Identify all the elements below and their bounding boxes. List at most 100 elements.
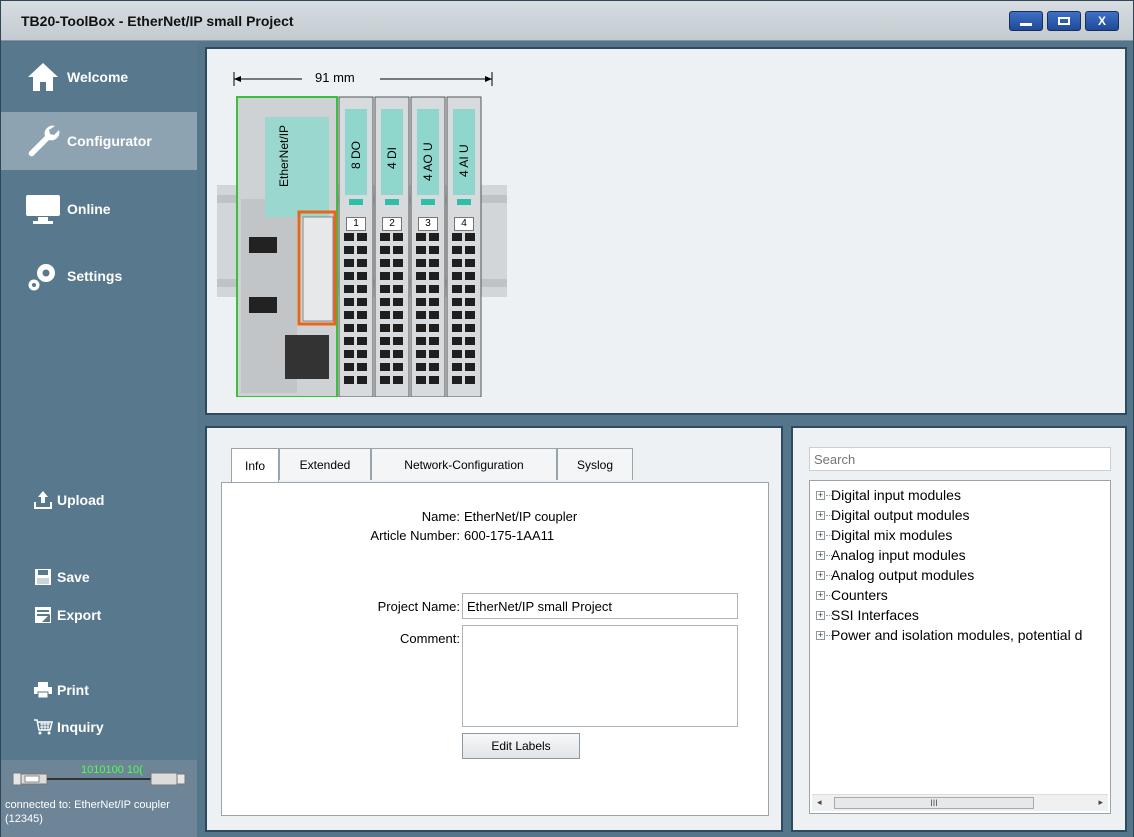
nav-online[interactable]: Online (1, 180, 197, 238)
project-name-label: Project Name: (377, 599, 460, 614)
home-icon (21, 57, 65, 97)
tree-item-label: Digital output modules (831, 507, 970, 523)
wrench-icon (21, 121, 65, 161)
expand-icon[interactable]: + (816, 610, 832, 620)
tree-item-label: SSI Interfaces (831, 607, 919, 623)
module-1-label: 8 DO (349, 140, 363, 169)
sidebar: Welcome Configurator Online Settings Upl (1, 42, 197, 837)
tree-item-label: Analog output modules (831, 567, 975, 583)
tree-item-label: Power and isolation modules, potential d (831, 627, 1083, 643)
window-title: TB20-ToolBox - EtherNet/IP small Project (21, 13, 294, 29)
gears-icon (21, 256, 65, 296)
scroll-right-icon[interactable]: ▸ (1098, 797, 1103, 808)
scrollbar-thumb[interactable]: III (834, 797, 1034, 809)
nav-welcome[interactable]: Welcome (1, 48, 197, 106)
expand-icon[interactable]: + (816, 630, 832, 640)
tab-extended[interactable]: Extended (279, 448, 371, 480)
expand-icon[interactable]: + (816, 570, 832, 580)
module-3-slot: 3 (418, 217, 438, 231)
tree-item-analog-input[interactable]: + Analog input modules (816, 547, 966, 563)
save-label: Save (57, 569, 90, 585)
export-label: Export (57, 607, 102, 623)
station-drawing: 91 mm EtherNet/IP 8 DO 1 4 DI 2 4 AO U 3… (217, 67, 507, 397)
properties-panel: Info Extended Network-Configuration Sysl… (205, 426, 783, 832)
printer-icon (33, 680, 53, 700)
edit-labels-button[interactable]: Edit Labels (462, 733, 580, 759)
expand-icon[interactable]: + (816, 490, 832, 500)
project-name-input[interactable] (462, 593, 738, 619)
usb-data-text: 1010100 10( (81, 764, 143, 776)
comment-field[interactable] (462, 625, 738, 727)
expand-icon[interactable]: + (816, 530, 832, 540)
tree-item-label: Counters (831, 587, 888, 603)
tab-network-configuration[interactable]: Network-Configuration (371, 448, 557, 480)
module-3[interactable]: 4 AO U 3 (411, 97, 445, 397)
export-icon (33, 605, 53, 625)
configuration-canvas: 91 mm EtherNet/IP 8 DO 1 4 DI 2 4 AO U 3… (205, 47, 1127, 415)
tree-item-ssi-interfaces[interactable]: + SSI Interfaces (816, 607, 919, 623)
nav-settings-label: Settings (67, 268, 123, 284)
width-dimension: 91 mm (315, 70, 355, 85)
upload-button[interactable]: Upload (33, 490, 104, 510)
nav-welcome-label: Welcome (67, 69, 129, 85)
window-controls: X (1009, 11, 1119, 31)
nav-configurator[interactable]: Configurator (1, 112, 197, 170)
tab-syslog[interactable]: Syslog (557, 448, 633, 480)
catalog-tree: + Digital input modules + Digital output m… (809, 480, 1111, 814)
properties-tabs: Info Extended Network-Configuration Sysl… (231, 448, 633, 482)
expand-icon[interactable]: + (816, 510, 832, 520)
module-1-slot: 1 (346, 217, 366, 231)
name-value: EtherNet/IP coupler (464, 509, 578, 524)
search-input[interactable] (809, 447, 1111, 471)
scroll-left-icon[interactable]: ◂ (817, 797, 822, 808)
main-content: 91 mm EtherNet/IP 8 DO 1 4 DI 2 4 AO U 3… (197, 42, 1133, 837)
expand-icon[interactable]: + (816, 550, 832, 560)
tree-item-label: Analog input modules (831, 547, 966, 563)
maximize-button[interactable] (1047, 11, 1081, 31)
article-number-label: Article Number: (370, 528, 460, 543)
export-button[interactable]: Export (33, 605, 101, 625)
inquiry-button[interactable]: Inquiry (33, 717, 104, 737)
horizontal-scrollbar[interactable]: ◂ III ▸ (812, 794, 1108, 811)
module-catalog: +Digital input modules +Digital output m… (791, 426, 1127, 832)
nav-settings[interactable]: Settings (1, 247, 197, 305)
inquiry-label: Inquiry (57, 719, 104, 735)
monitor-icon (21, 189, 65, 229)
print-label: Print (57, 682, 89, 698)
save-icon (33, 567, 53, 587)
article-number-value: 600-175-1AA11 (464, 528, 555, 543)
expand-icon[interactable]: + (816, 590, 832, 600)
tree-item-power-isolation[interactable]: + Power and isolation modules, potential … (816, 627, 1082, 643)
tab-info[interactable]: Info (231, 448, 279, 482)
coupler-label: EtherNet/IP (277, 124, 291, 187)
minimize-button[interactable] (1009, 11, 1043, 31)
print-button[interactable]: Print (33, 680, 89, 700)
cart-icon (33, 717, 53, 737)
module-2[interactable]: 4 DI 2 (375, 97, 409, 397)
nav-online-label: Online (67, 201, 111, 217)
app-window: TB20-ToolBox - EtherNet/IP small Project… (0, 0, 1134, 837)
module-4[interactable]: 4 AI U 4 (447, 97, 481, 397)
module-4-slot: 4 (454, 217, 474, 231)
module-3-label: 4 AO U (421, 142, 435, 181)
info-tab-content: Name: EtherNet/IP coupler Article Number… (221, 482, 769, 816)
tree-item-digital-input[interactable]: + Digital input modules (816, 487, 961, 503)
close-button[interactable]: X (1085, 11, 1119, 31)
module-4-label: 4 AI U (457, 144, 471, 177)
module-2-label: 4 DI (385, 146, 399, 169)
minimize-icon (1020, 22, 1032, 26)
tree-item-analog-output[interactable]: + Analog output modules (816, 567, 974, 583)
tree-item-digital-output[interactable]: + Digital output modules (816, 507, 970, 523)
tree-item-label: Digital mix modules (831, 527, 953, 543)
module-1[interactable]: 8 DO 1 (339, 97, 373, 397)
module-2-slot: 2 (382, 217, 402, 231)
nav-configurator-label: Configurator (67, 133, 152, 149)
tree-item-label: Digital input modules (831, 487, 961, 503)
comment-label: Comment: (400, 631, 460, 646)
connection-status: 1010100 10( connected to: EtherNet/IP co… (1, 760, 197, 837)
upload-icon (33, 490, 53, 510)
tree-item-counters[interactable]: + Counters (816, 587, 888, 603)
name-label: Name: (421, 509, 460, 524)
save-button[interactable]: Save (33, 567, 90, 587)
tree-item-digital-mix[interactable]: + Digital mix modules (816, 527, 952, 543)
